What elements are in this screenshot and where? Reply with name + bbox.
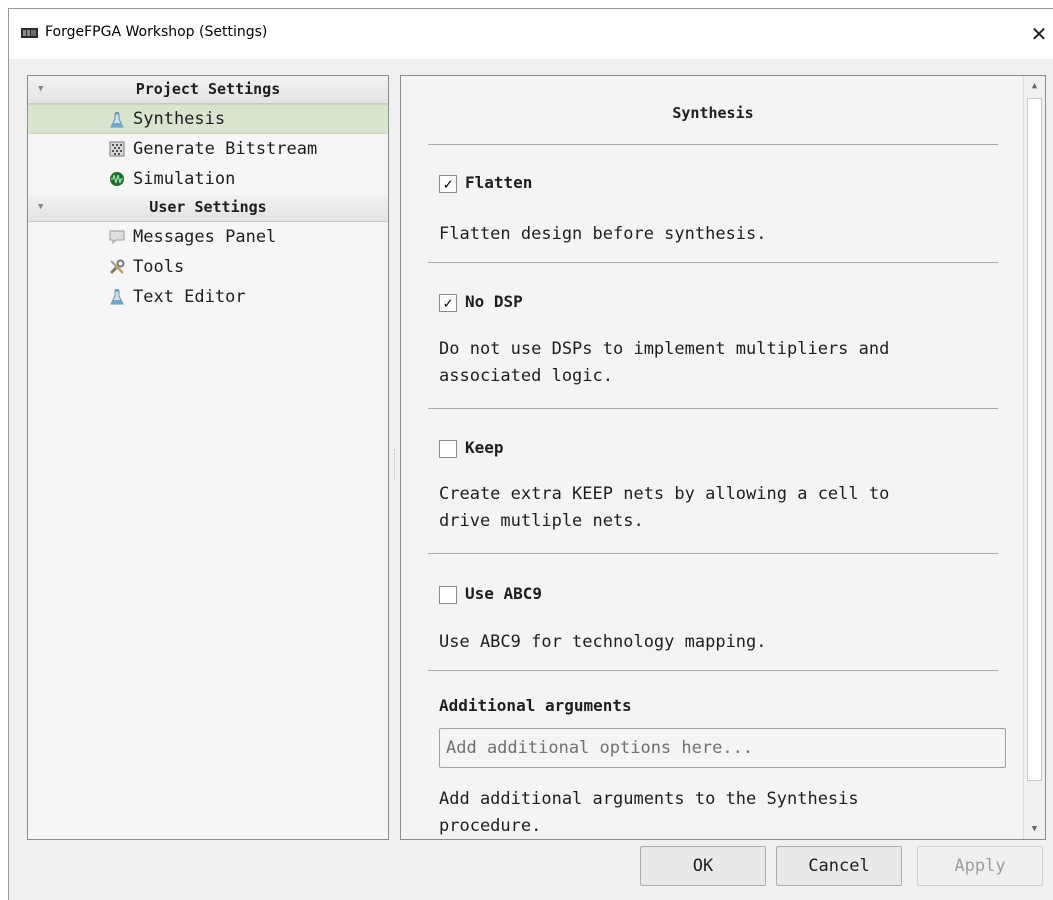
tree-item-synthesis[interactable]: Synthesis — [28, 104, 388, 134]
close-button[interactable]: ✕ — [1025, 17, 1053, 51]
use-abc9-checkbox[interactable]: Use ABC9 — [439, 584, 542, 604]
tree-item-text-editor[interactable]: Text Editor — [28, 282, 388, 312]
tree-item-label: Text Editor — [133, 287, 246, 307]
window-title: ForgeFPGA Workshop (Settings) — [45, 24, 268, 40]
no-dsp-checkbox[interactable]: ✓ No DSP — [439, 292, 523, 312]
apply-button[interactable]: Apply — [917, 846, 1043, 886]
flask-icon — [110, 112, 124, 128]
tree-item-generate-bitstream[interactable]: Generate Bitstream — [28, 134, 388, 164]
simulation-icon — [110, 172, 124, 186]
description-line: procedure. — [439, 816, 542, 836]
tree-item-label: Simulation — [133, 169, 236, 189]
description-line: Do not use DSPs to implement multipliers… — [439, 339, 890, 359]
divider — [428, 553, 998, 554]
flask-icon — [110, 289, 124, 305]
description-line: associated logic. — [439, 366, 613, 386]
keep-checkbox[interactable]: Keep — [439, 438, 504, 458]
divider — [428, 670, 998, 671]
cancel-button[interactable]: Cancel — [776, 846, 902, 886]
checkmark-icon[interactable]: ✓ — [439, 174, 457, 193]
tools-icon — [109, 259, 125, 275]
ok-button[interactable]: OK — [640, 846, 766, 886]
flatten-checkbox[interactable]: ✓ Flatten — [439, 173, 532, 193]
tree-item-simulation[interactable]: Simulation — [28, 164, 388, 194]
vertical-scrollbar[interactable]: ▲ ▼ — [1023, 76, 1045, 839]
scroll-down-icon[interactable]: ▼ — [1024, 819, 1045, 839]
tree-group-user-settings[interactable]: ▼ User Settings — [28, 194, 388, 222]
tree-item-label: Messages Panel — [133, 227, 277, 247]
scroll-thumb[interactable] — [1027, 98, 1042, 781]
option-description: Create extra KEEP nets by allowing a cel… — [439, 481, 1019, 535]
bitstream-icon — [109, 141, 125, 157]
settings-pane: Synthesis ✓ Flatten Flatten design before… — [400, 75, 1046, 840]
settings-dialog: ForgeFPGA Workshop (Settings) ✕ ▼ Projec… — [8, 8, 1053, 900]
tree-item-label: Tools — [133, 257, 185, 277]
checkbox-label: Use ABC9 — [465, 584, 543, 603]
app-chip-icon — [21, 28, 38, 38]
additional-arguments-label: Additional arguments — [439, 696, 632, 715]
scroll-up-icon[interactable]: ▲ — [1024, 76, 1045, 96]
tree-group-label: Project Settings — [135, 80, 281, 98]
checkbox-label: No DSP — [465, 292, 523, 311]
divider — [428, 408, 998, 409]
description-line: Create extra KEEP nets by allowing a cel… — [439, 484, 890, 504]
divider — [428, 144, 998, 145]
tree-item-label: Synthesis — [133, 109, 226, 129]
title-bar: ForgeFPGA Workshop (Settings) ✕ — [9, 9, 1053, 59]
option-description: Add additional arguments to the Synthesi… — [439, 786, 1019, 839]
option-description: Flatten design before synthesis. — [439, 224, 767, 244]
checkbox-box[interactable] — [439, 585, 457, 604]
checkbox-label: Flatten — [465, 173, 533, 192]
message-icon — [109, 230, 125, 245]
option-description: Do not use DSPs to implement multipliers… — [439, 336, 1019, 390]
settings-tree: ▼ Project Settings Synthesis Generate Bi… — [27, 75, 389, 840]
section-title: Synthesis — [672, 104, 754, 122]
tree-item-messages-panel[interactable]: Messages Panel — [28, 222, 388, 252]
checkbox-label: Keep — [465, 438, 504, 457]
tree-group-project-settings[interactable]: ▼ Project Settings — [28, 76, 388, 104]
option-description: Use ABC9 for technology mapping. — [439, 632, 767, 652]
collapse-arrow-icon[interactable]: ▼ — [38, 194, 43, 221]
tree-item-label: Generate Bitstream — [133, 139, 318, 159]
splitter-handle[interactable] — [394, 449, 397, 479]
collapse-arrow-icon[interactable]: ▼ — [38, 76, 43, 103]
description-line: drive mutliple nets. — [439, 511, 644, 531]
tree-group-label: User Settings — [149, 198, 267, 216]
checkmark-icon[interactable]: ✓ — [439, 293, 457, 312]
additional-arguments-input[interactable] — [439, 728, 1006, 768]
checkbox-box[interactable] — [439, 439, 457, 458]
description-line: Add additional arguments to the Synthesi… — [439, 789, 859, 809]
divider — [428, 262, 998, 263]
tree-item-tools[interactable]: Tools — [28, 252, 388, 282]
